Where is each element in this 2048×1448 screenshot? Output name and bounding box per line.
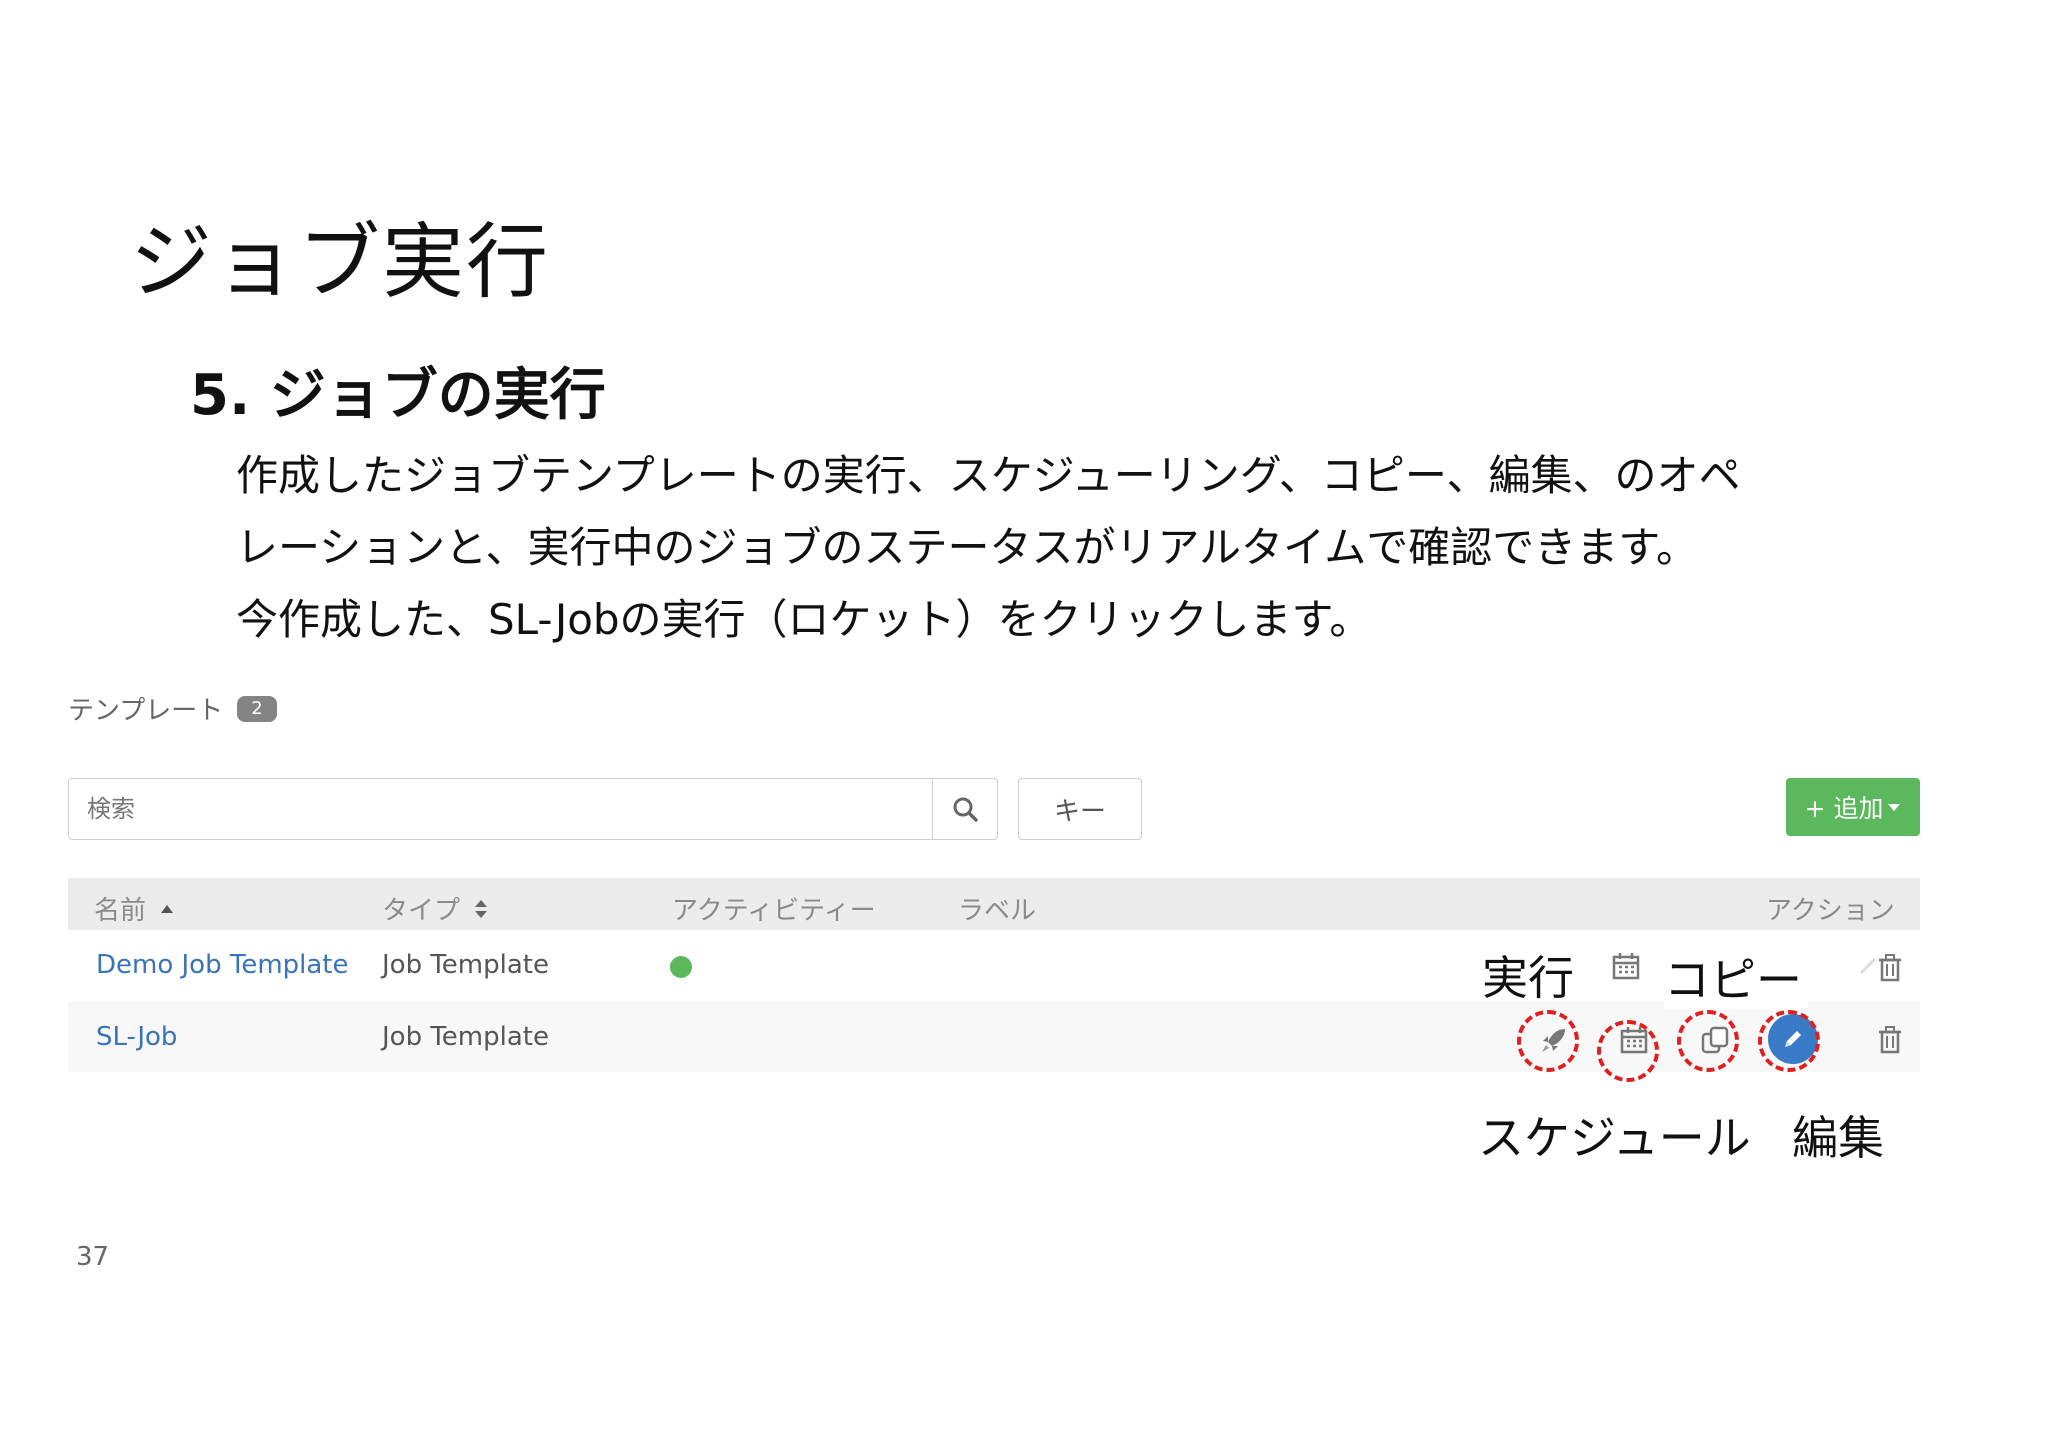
templates-count-badge: 2 bbox=[237, 695, 277, 722]
search-icon bbox=[953, 797, 978, 822]
template-type: Job Template bbox=[382, 950, 549, 980]
highlight-ring-edit bbox=[1758, 1010, 1820, 1072]
body-text-line: 作成したジョブテンプレートの実行、スケジューリング、コピー、編集、のオペ bbox=[236, 451, 1741, 500]
column-header-type-label: タイプ bbox=[382, 896, 461, 926]
schedule-calendar-icon[interactable] bbox=[1606, 946, 1646, 986]
caret-down-icon bbox=[1888, 804, 1901, 811]
template-name-link[interactable]: SL-Job bbox=[96, 1022, 177, 1052]
column-header-activity: アクティビティー bbox=[672, 896, 876, 926]
callout-edit: 編集 bbox=[1792, 1111, 1884, 1165]
highlight-ring-schedule bbox=[1597, 1020, 1659, 1082]
table-row: Demo Job Template Job Template bbox=[68, 930, 1920, 1000]
templates-header: テンプレート 2 bbox=[68, 690, 277, 727]
search-box bbox=[68, 778, 998, 840]
delete-trash-icon[interactable] bbox=[1870, 948, 1910, 988]
column-header-name[interactable]: 名前 bbox=[94, 890, 174, 927]
page-number: 37 bbox=[76, 1242, 110, 1272]
add-button-label: + 追加 bbox=[1804, 794, 1884, 823]
key-button[interactable]: キー bbox=[1018, 778, 1142, 840]
search-button[interactable] bbox=[932, 779, 997, 839]
add-button[interactable]: + 追加 bbox=[1786, 778, 1920, 836]
callout-schedule: スケジュール bbox=[1478, 1111, 1751, 1165]
template-type: Job Template bbox=[382, 1022, 549, 1052]
column-header-labels: ラベル bbox=[958, 896, 1037, 926]
highlight-ring-run bbox=[1517, 1010, 1579, 1072]
templates-header-label: テンプレート bbox=[68, 696, 224, 726]
column-header-name-label: 名前 bbox=[94, 896, 147, 926]
sort-icon bbox=[475, 899, 488, 918]
slide-title: ジョブ実行 bbox=[130, 215, 551, 310]
section-heading: 5. ジョブの実行 bbox=[190, 363, 606, 428]
callout-run: 実行 bbox=[1482, 951, 1574, 1005]
column-header-actions: アクション bbox=[1766, 896, 1895, 926]
highlight-ring-copy bbox=[1677, 1010, 1739, 1072]
job-status-success-icon[interactable] bbox=[670, 956, 692, 978]
delete-trash-icon[interactable] bbox=[1870, 1020, 1910, 1060]
column-header-type[interactable]: タイプ bbox=[382, 890, 488, 927]
sort-asc-icon bbox=[161, 904, 174, 913]
callout-copy: コピー bbox=[1664, 944, 1808, 1010]
template-name-link[interactable]: Demo Job Template bbox=[96, 950, 349, 980]
table-header: 名前 タイプ アクティビティー ラベル アクション bbox=[68, 878, 1920, 930]
body-text-line: 今作成した、SL-Jobの実行（ロケット）をクリックします。 bbox=[236, 595, 1372, 644]
search-input[interactable] bbox=[69, 779, 932, 839]
body-text-line: レーションと、実行中のジョブのステータスがリアルタイムで確認できます。 bbox=[236, 523, 1699, 572]
